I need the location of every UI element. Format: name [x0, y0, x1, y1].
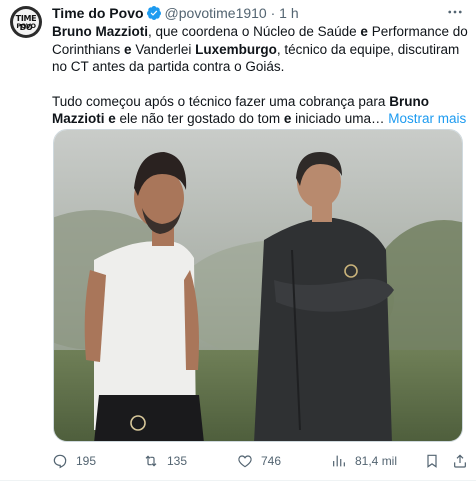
retweet-icon — [145, 455, 157, 467]
text-bold: e — [104, 111, 116, 126]
text-span: ele não ter gostado do tom — [115, 111, 284, 126]
like-button[interactable]: 746 — [237, 450, 281, 472]
text-bold: Luxemburgo — [195, 41, 277, 57]
tweet-text: Bruno Mazzioti, que coordena o Núcleo de… — [52, 23, 470, 128]
bookmark-button[interactable] — [424, 450, 448, 472]
share-icon — [454, 454, 466, 468]
tweet-paragraph-2: Tudo começou após o técnico fazer uma co… — [52, 93, 470, 128]
bar-chart-icon — [333, 455, 345, 467]
bookmark-icon — [427, 454, 437, 468]
tweet-timestamp[interactable]: 1 h — [279, 5, 298, 21]
text-span: , que coordena o Núcleo de Saúde — [148, 24, 361, 39]
show-more-link[interactable]: Mostrar mais — [388, 111, 466, 126]
tweet-actions: 195 135 746 81,4 mil — [52, 450, 470, 472]
avatar-logo-text-bottom: POVO — [16, 22, 36, 30]
author-name[interactable]: Time do Povo — [52, 5, 144, 21]
text-span: Tudo começou após o técnico fazer uma co… — [52, 93, 390, 109]
reply-icon — [53, 454, 67, 469]
verified-badge-icon — [146, 5, 162, 25]
tweet-header: Time do Povo @povotime1910 · 1 h — [52, 4, 466, 22]
heart-icon — [238, 455, 252, 468]
like-count: 746 — [261, 454, 282, 468]
tweet-photo[interactable] — [53, 129, 463, 442]
separator-dot: · — [270, 5, 276, 21]
text-span: iniciado uma… — [291, 111, 389, 126]
reply-count: 195 — [76, 454, 97, 468]
retweet-button[interactable]: 135 — [143, 450, 187, 472]
text-bold: e — [124, 41, 132, 57]
share-button[interactable] — [452, 450, 476, 472]
text-span: Vanderlei — [131, 41, 196, 57]
views-button[interactable]: 81,4 mil — [331, 450, 397, 472]
author-handle[interactable]: @povotime1910 — [165, 5, 267, 21]
more-horizontal-icon[interactable] — [446, 3, 464, 21]
tweet[interactable]: TIME DO POVO Time do Povo @povotime1910 ·… — [0, 0, 476, 481]
text-bold: Bruno Mazzioti — [52, 24, 148, 39]
tweet-paragraph-1: Bruno Mazzioti, que coordena o Núcleo de… — [52, 23, 470, 76]
retweet-count: 135 — [167, 454, 188, 468]
reply-button[interactable]: 195 — [52, 450, 96, 472]
text-bold: e — [360, 24, 368, 39]
avatar[interactable]: TIME DO POVO — [10, 6, 42, 38]
views-count: 81,4 mil — [355, 454, 398, 468]
